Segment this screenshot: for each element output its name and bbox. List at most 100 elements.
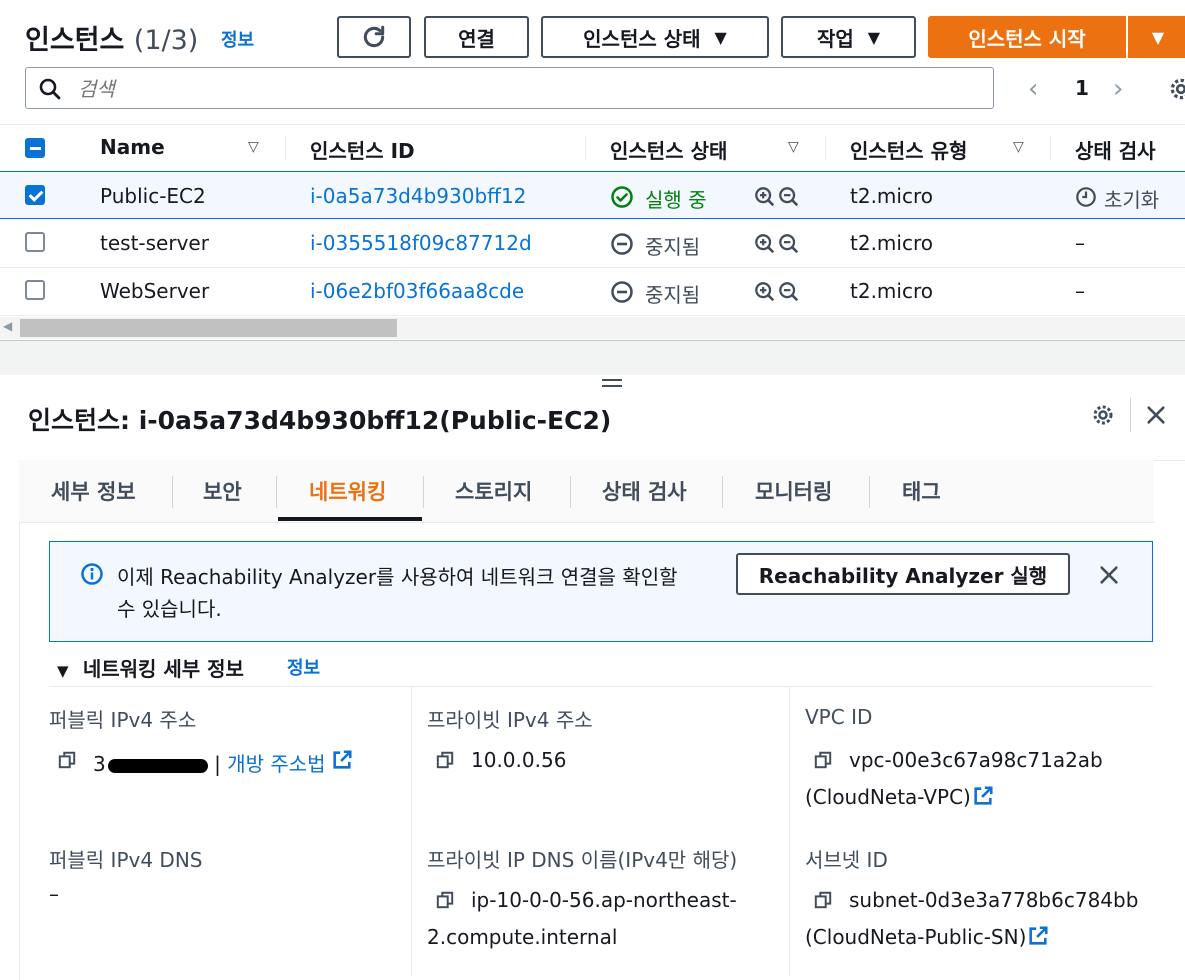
public-ipv4-value: 3 | 개방 주소법 [93, 748, 326, 777]
column-header-name[interactable]: Name [100, 135, 165, 159]
scrollbar-thumb[interactable] [20, 319, 397, 337]
open-address-link[interactable]: 개방 주소법 [227, 752, 325, 776]
section-toggle[interactable]: ▼ 네트워킹 세부 정보 [57, 653, 244, 682]
tab-status-checks[interactable]: 상태 검사 [602, 476, 687, 506]
resize-handle[interactable] [602, 377, 622, 389]
column-divider [411, 687, 412, 976]
instance-name: Public-EC2 [100, 184, 206, 208]
caret-down-icon: ▼ [1151, 27, 1165, 47]
zoom-out-icon[interactable] [778, 281, 800, 303]
collapse-caret-icon: ▼ [57, 662, 69, 680]
launch-options-dropdown[interactable]: ▼ [1128, 16, 1185, 58]
search-icon [39, 78, 61, 100]
private-dns-label: 프라이빗 IP DNS 이름(IPv4만 해당) [427, 848, 738, 872]
row-checkbox[interactable] [25, 185, 45, 205]
caret-down-icon: ▼ [714, 27, 727, 47]
zoom-out-icon[interactable] [778, 233, 800, 255]
tab-divider [172, 476, 173, 508]
external-link-icon[interactable] [972, 785, 994, 807]
preferences-gear-icon[interactable] [1091, 403, 1115, 427]
instance-state: 실행 중 [645, 188, 707, 212]
refresh-button[interactable] [337, 16, 411, 58]
instance-id-link[interactable]: i-06e2bf03f66aa8cde [310, 279, 524, 303]
private-dns-value-line2: 2.compute.internal [427, 925, 618, 949]
zoom-in-icon[interactable] [754, 186, 776, 208]
detail-title: 인스턴스: i-0a5a73d4b930bff12(Public-EC2) [28, 406, 612, 435]
column-header-instance-id[interactable]: 인스턴스 ID [310, 135, 415, 164]
tab-divider [423, 476, 424, 508]
row-checkbox[interactable] [25, 280, 45, 300]
instance-state: 중지됨 [645, 235, 701, 259]
horizontal-scrollbar[interactable]: ◀ [0, 317, 1185, 339]
tab-tags[interactable]: 태그 [902, 476, 941, 506]
zoom-out-icon[interactable] [778, 186, 800, 208]
next-page-button[interactable]: › [1113, 74, 1123, 104]
vpc-id-link[interactable]: vpc-00e3c67a98c71a2ab [849, 748, 1103, 772]
copy-icon[interactable] [58, 751, 76, 769]
sort-icon[interactable]: ▽ [1013, 139, 1024, 155]
copy-icon[interactable] [814, 891, 832, 909]
subnet-name-link[interactable]: (CloudNeta-Public-SN) [805, 925, 1026, 949]
sort-icon[interactable]: ▽ [248, 139, 259, 155]
column-header-instance-type[interactable]: 인스턴스 유형 [850, 135, 967, 164]
table-row[interactable]: WebServer i-06e2bf03f66aa8cde 중지됨 t2.mic… [0, 267, 1185, 316]
run-reachability-analyzer-button[interactable]: Reachability Analyzer 실행 [736, 553, 1070, 595]
search-input[interactable] [76, 74, 960, 104]
column-header-instance-state[interactable]: 인스턴스 상태 [610, 135, 727, 164]
panel-divider [1130, 398, 1131, 432]
launch-instance-button[interactable]: 인스턴스 시작 [928, 16, 1126, 58]
instance-name: test-server [100, 231, 209, 255]
instance-count: (1/3) [133, 25, 199, 56]
tab-storage[interactable]: 스토리지 [455, 476, 532, 506]
status-check: 초기화 [1104, 188, 1160, 212]
tab-networking[interactable]: 네트워킹 [309, 476, 386, 506]
close-panel-icon[interactable] [1145, 404, 1167, 426]
external-link-icon[interactable] [331, 749, 353, 771]
instance-id-link[interactable]: i-0355518f09c87712d [310, 231, 532, 255]
section-info-link[interactable]: 정보 [287, 654, 320, 680]
page-title-text: 인스턴스 [25, 25, 125, 56]
instance-id-link[interactable]: i-0a5a73d4b930bff12 [310, 184, 526, 208]
tab-details[interactable]: 세부 정보 [51, 476, 136, 506]
select-all-checkbox[interactable] [25, 138, 45, 158]
tab-monitoring[interactable]: 모니터링 [755, 476, 832, 506]
vpc-name-link[interactable]: (CloudNeta-VPC) [805, 785, 971, 809]
caret-down-icon: ▼ [867, 27, 881, 47]
row-checkbox[interactable] [25, 232, 45, 252]
copy-icon[interactable] [814, 751, 832, 769]
connect-button[interactable]: 연결 [424, 16, 529, 58]
private-ipv4-value: 10.0.0.56 [471, 748, 567, 772]
alert-text-line1: 이제 Reachability Analyzer를 사용하여 네트워크 연결을 … [117, 565, 678, 589]
scroll-left-arrow[interactable]: ◀ [3, 319, 12, 333]
page-title: 인스턴스 (1/3) [25, 18, 198, 57]
column-header-status-check[interactable]: 상태 검사 [1075, 135, 1156, 164]
status-check: – [1075, 279, 1085, 303]
tab-security[interactable]: 보안 [203, 476, 242, 506]
instance-state-dropdown[interactable]: 인스턴스 상태 ▼ [541, 16, 769, 58]
split-panel-area [0, 340, 1185, 375]
subnet-id-link[interactable]: subnet-0d3e3a778b6c784bb [849, 888, 1138, 912]
info-link[interactable]: 정보 [221, 26, 254, 52]
copy-icon[interactable] [436, 751, 454, 769]
page-number[interactable]: 1 [1075, 76, 1089, 100]
zoom-in-icon[interactable] [754, 233, 776, 255]
public-dns-label: 퍼블릭 IPv4 DNS [49, 848, 203, 872]
redaction-mark [107, 758, 208, 773]
actions-dropdown[interactable]: 작업 ▼ [781, 16, 916, 58]
settings-gear-icon[interactable] [1168, 76, 1185, 102]
tab-divider [722, 476, 723, 508]
copy-icon[interactable] [436, 891, 454, 909]
prev-page-button[interactable]: ‹ [1028, 74, 1038, 104]
table-row[interactable]: test-server i-0355518f09c87712d 중지됨 t2.m… [0, 219, 1185, 268]
table-row[interactable]: Public-EC2 i-0a5a73d4b930bff12 실행 중 t2.m… [0, 171, 1185, 219]
instance-name: WebServer [100, 279, 210, 303]
search-box[interactable] [25, 67, 994, 109]
connect-label: 연결 [458, 26, 495, 51]
zoom-in-icon[interactable] [754, 281, 776, 303]
clock-icon [1076, 187, 1096, 207]
dismiss-alert-icon[interactable] [1098, 564, 1120, 586]
info-icon [81, 563, 103, 585]
sort-icon[interactable]: ▽ [788, 139, 799, 155]
column-divider [285, 136, 286, 160]
external-link-icon[interactable] [1027, 925, 1049, 947]
